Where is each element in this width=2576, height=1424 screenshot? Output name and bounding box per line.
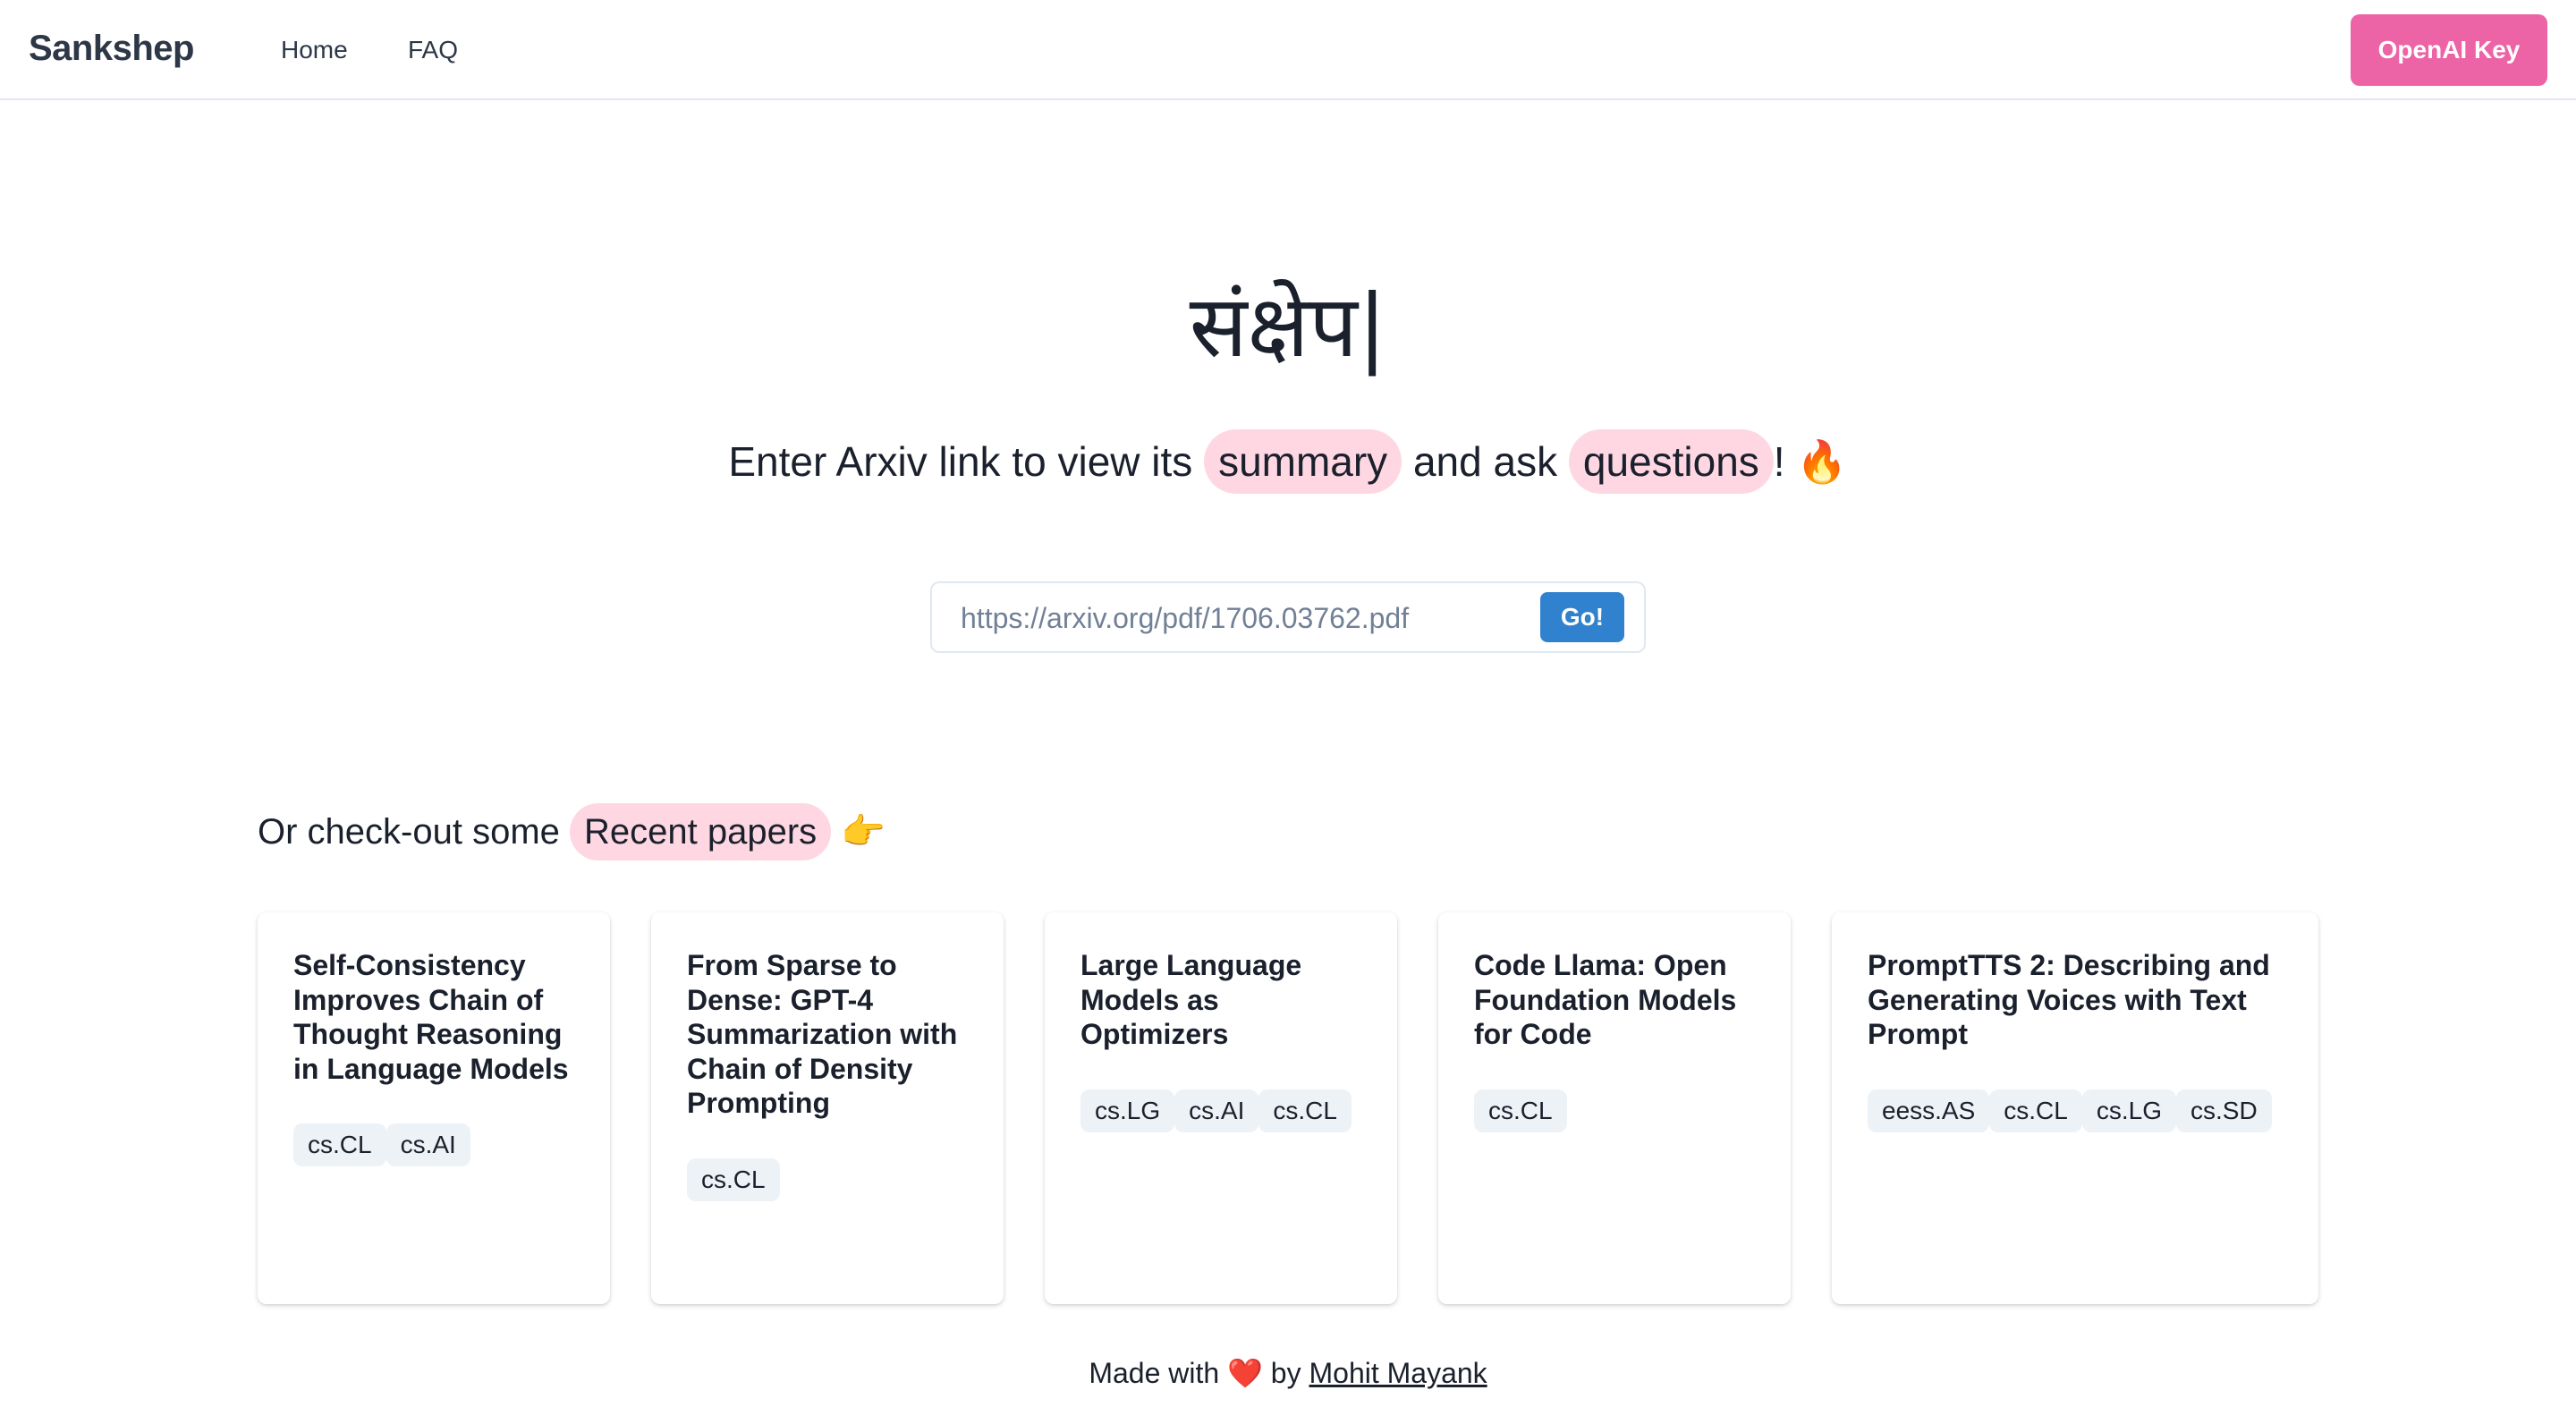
subtitle-prefix: Enter Arxiv link to view its: [728, 438, 1193, 485]
paper-tag: cs.CL: [687, 1157, 780, 1201]
paper-tag: cs.CL: [1989, 1089, 2082, 1132]
paper-title: Self-Consistency Improves Chain of Thoug…: [293, 949, 569, 1085]
paper-title: Large Language Models as Optimizers: [1080, 949, 1302, 1050]
nav-link-home[interactable]: Home: [281, 36, 348, 64]
heart-icon: ❤️: [1227, 1357, 1263, 1389]
highlight-questions: questions: [1568, 429, 1774, 494]
author-link[interactable]: Mohit Mayank: [1309, 1357, 1487, 1389]
paper-tag: cs.AI: [386, 1123, 470, 1166]
paper-tag: eess.AS: [1868, 1089, 1990, 1132]
arxiv-url-input[interactable]: [959, 596, 1517, 640]
paper-tags: cs.CL cs.AI: [293, 1123, 574, 1166]
paper-tags: eess.AS cs.CL cs.LG cs.SD: [1868, 1089, 2283, 1132]
navbar: Sankshep Home FAQ OpenAI Key: [0, 0, 2576, 100]
go-button[interactable]: Go!: [1540, 592, 1624, 642]
brand-logo[interactable]: Sankshep: [29, 29, 194, 69]
paper-tag: cs.CL: [1474, 1089, 1567, 1132]
paper-tag: cs.AI: [1174, 1089, 1259, 1132]
hero-subtitle: Enter Arxiv link to view its summary and…: [0, 426, 2576, 497]
highlight-summary: summary: [1204, 429, 1402, 494]
pointing-hand-icon: 👉: [841, 811, 886, 852]
paper-tags: cs.CL: [687, 1157, 968, 1201]
subtitle-suffix: !: [1773, 438, 1785, 485]
paper-cards: Self-Consistency Improves Chain of Thoug…: [258, 912, 2318, 1306]
paper-tag: cs.SD: [2176, 1089, 2272, 1132]
paper-card[interactable]: Self-Consistency Improves Chain of Thoug…: [258, 912, 610, 1304]
paper-card[interactable]: Code Llama: Open Foundation Models for C…: [1438, 912, 1791, 1304]
hero-title-text: संक्षेप: [1189, 276, 1358, 377]
subtitle-middle: and ask: [1412, 438, 1558, 485]
paper-tag: cs.LG: [1080, 1089, 1175, 1132]
paper-card[interactable]: PromptTTS 2: Describing and Generating V…: [1832, 912, 2318, 1304]
footer-prefix: Made with: [1089, 1357, 1220, 1389]
highlight-recent-papers: Recent papers: [570, 803, 832, 860]
hero-title: संक्षेप|: [0, 268, 2576, 385]
openai-key-button[interactable]: OpenAI Key: [2351, 14, 2547, 86]
recent-papers-heading: Or check-out some Recent papers 👉: [258, 796, 886, 868]
nav-link-faq[interactable]: FAQ: [408, 36, 458, 64]
paper-tag: cs.CL: [1258, 1089, 1352, 1132]
paper-tag: cs.LG: [2081, 1089, 2176, 1132]
paper-title: PromptTTS 2: Describing and Generating V…: [1868, 949, 2270, 1050]
arxiv-search-box: Go!: [930, 581, 1646, 653]
paper-title: Code Llama: Open Foundation Models for C…: [1474, 949, 1737, 1050]
paper-card[interactable]: Large Language Models as Optimizers cs.L…: [1045, 912, 1397, 1304]
typing-caret: |: [1357, 276, 1387, 377]
paper-tags: cs.CL: [1474, 1089, 1755, 1132]
paper-card[interactable]: From Sparse to Dense: GPT-4 Summarizatio…: [651, 912, 1004, 1304]
fire-icon: 🔥: [1796, 437, 1848, 486]
recent-prefix: Or check-out some: [258, 812, 560, 852]
paper-title: From Sparse to Dense: GPT-4 Summarizatio…: [687, 949, 958, 1119]
paper-tag: cs.CL: [293, 1123, 386, 1166]
footer: Made with ❤️ by Mohit Mayank: [0, 1351, 2576, 1395]
paper-tags: cs.LG cs.AI cs.CL: [1080, 1089, 1361, 1132]
footer-by: by: [1270, 1357, 1301, 1389]
